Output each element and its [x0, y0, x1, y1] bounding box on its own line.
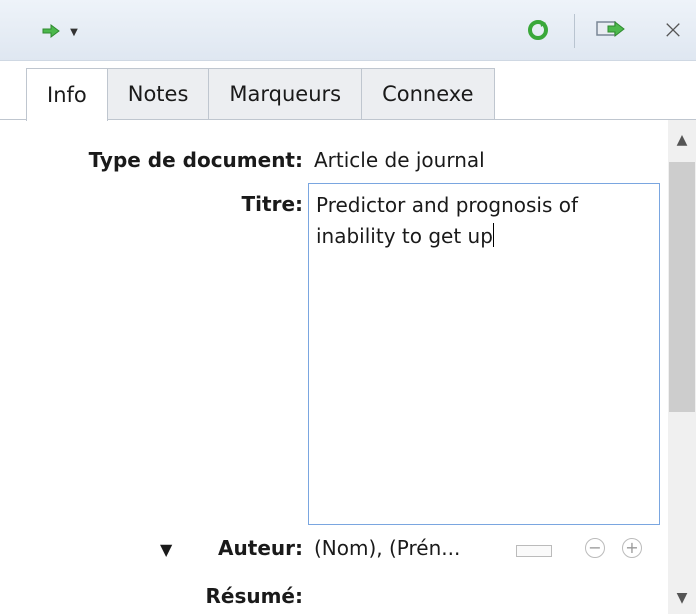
tab-tags[interactable]: Marqueurs: [208, 68, 363, 119]
item-type-label: Type de document:: [88, 148, 303, 172]
title-text: inability to get up: [316, 224, 493, 248]
toolbar-separator: [574, 14, 575, 48]
scroll-thumb[interactable]: [669, 162, 695, 412]
name-mode-switch[interactable]: [516, 545, 552, 557]
info-panel: Type de document: Article de journal Tit…: [0, 120, 668, 614]
tab-info[interactable]: Info: [26, 68, 108, 121]
chevron-down-icon: ▼: [70, 26, 78, 38]
abstract-label[interactable]: Résumé:: [40, 584, 303, 608]
author-label[interactable]: Auteur:: [40, 536, 303, 560]
go-to-menu-button[interactable]: ▼: [34, 20, 86, 44]
item-tabs: Info Notes Marqueurs Connexe: [26, 68, 495, 121]
tab-related[interactable]: Connexe: [361, 68, 495, 119]
title-input[interactable]: Predictor and prognosis of inability to …: [308, 183, 660, 525]
add-author-button[interactable]: +: [622, 538, 642, 558]
close-icon: ×: [662, 15, 684, 45]
scroll-down-icon[interactable]: ▼: [668, 590, 696, 606]
item-pane-toolbar: ▼ ×: [0, 0, 696, 61]
tab-notes[interactable]: Notes: [106, 68, 210, 119]
title-text-line: Predictor and prognosis of: [316, 193, 579, 217]
vertical-scrollbar[interactable]: ▲ ▼: [668, 120, 696, 614]
item-type-value[interactable]: Article de journal: [314, 148, 485, 172]
remove-author-button[interactable]: −: [585, 538, 605, 558]
plus-icon: +: [625, 538, 639, 557]
author-name-field[interactable]: (Nom), (Prén...: [314, 536, 460, 560]
minus-icon: −: [588, 538, 602, 557]
close-button[interactable]: ×: [658, 14, 688, 46]
locate-icon: [596, 19, 626, 43]
scroll-up-icon[interactable]: ▲: [668, 132, 696, 148]
sync-button[interactable]: [524, 18, 552, 46]
title-label: Titre:: [241, 192, 303, 216]
text-cursor: [492, 223, 494, 247]
locate-button[interactable]: [594, 20, 628, 42]
title-text-line: inability to get up: [316, 221, 652, 252]
go-arrow-icon: [42, 23, 60, 42]
sync-icon: [527, 19, 549, 45]
